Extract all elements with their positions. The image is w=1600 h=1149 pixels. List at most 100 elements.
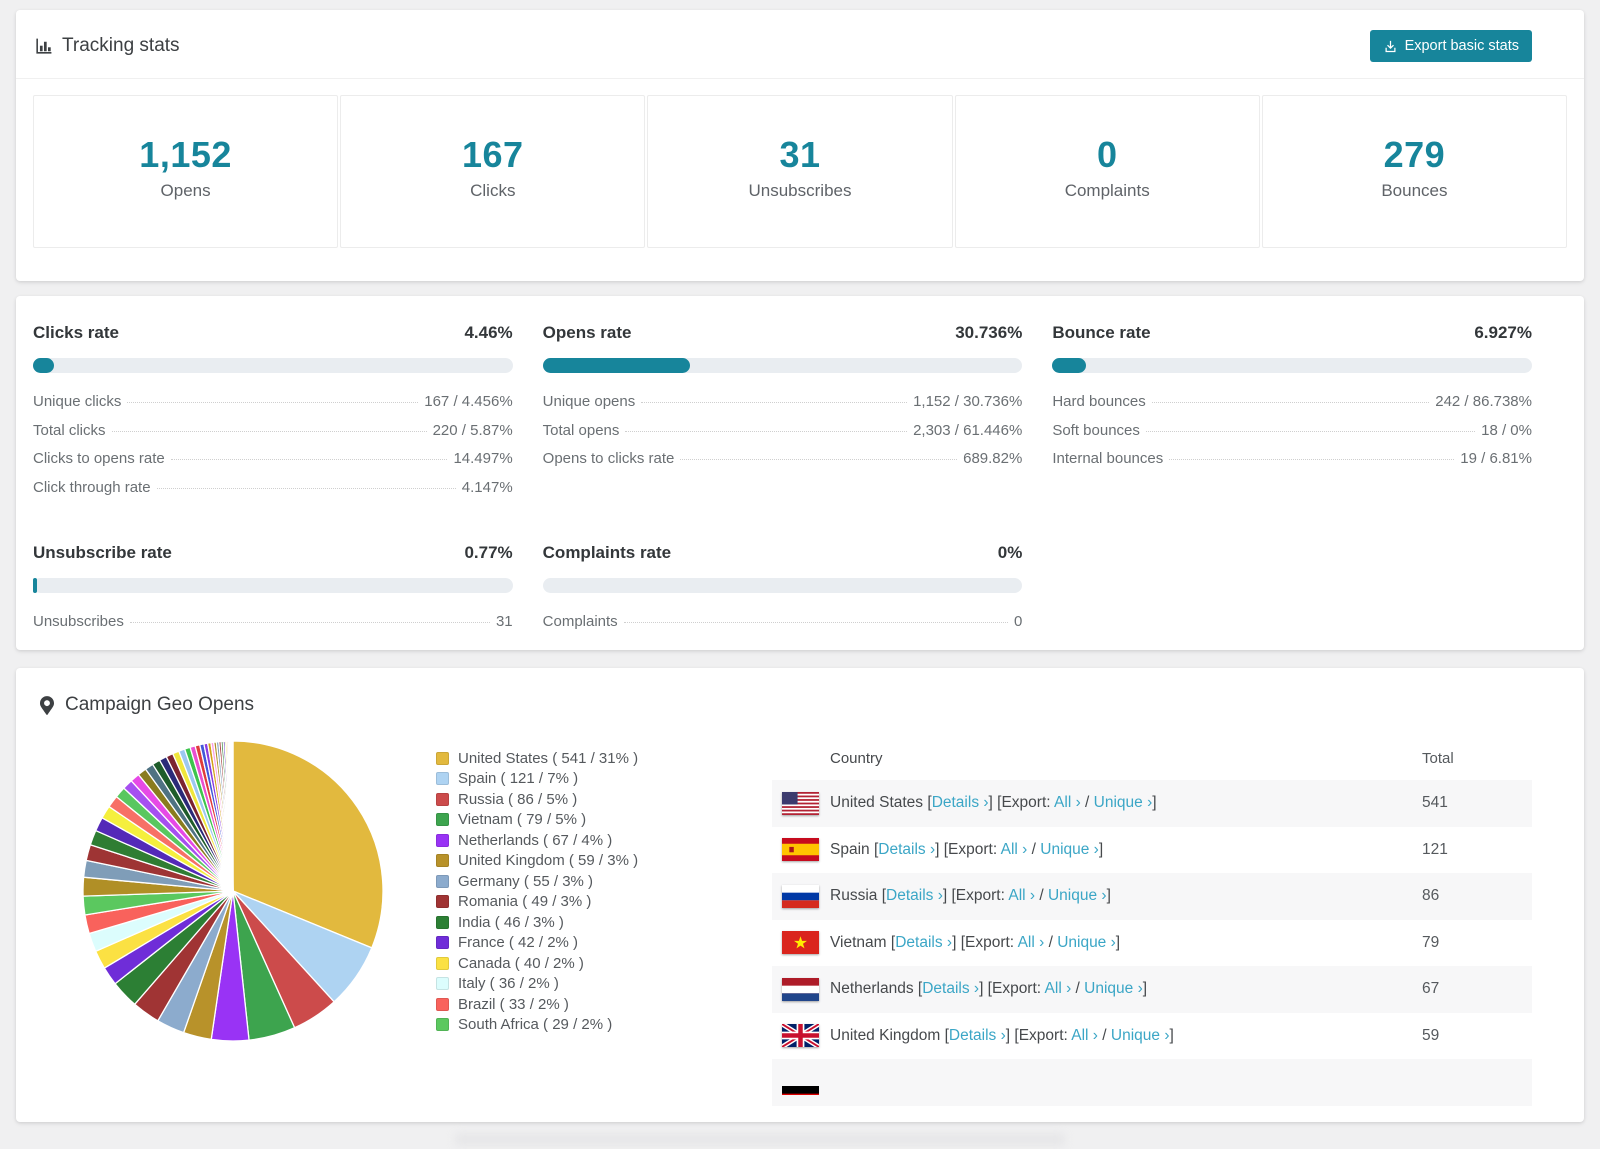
export-download-icon <box>1383 39 1398 54</box>
geo-content: United States ( 541 / 31% ) Spain ( 121 … <box>34 736 1532 1106</box>
metric-value: 242 / 86.738% <box>1435 393 1532 410</box>
details-link-united-states[interactable]: Details › <box>932 794 989 811</box>
rate-block-unsubscribe-rate: Unsubscribe rate 0.77% Unsubscribes 31 <box>33 543 513 642</box>
stat-card-bounces: 279 Bounces <box>1261 95 1568 248</box>
export-all-link-netherlands[interactable]: All › <box>1045 980 1072 997</box>
dotted-leader <box>1151 402 1430 403</box>
details-link-united-kingdom[interactable]: Details › <box>949 1027 1006 1044</box>
stat-value-opens: 1,152 <box>139 134 232 175</box>
country-name: United Kingdom <box>830 1026 941 1044</box>
metric-row-total-opens: Total opens 2,303 / 61.446% <box>543 422 1023 451</box>
metric-row-complaints: Complaints 0 <box>543 613 1023 642</box>
rate-value: 0.77% <box>464 543 513 562</box>
dotted-leader <box>641 402 908 403</box>
stat-label: Clicks <box>470 181 516 200</box>
export-unique-link-spain[interactable]: Unique › <box>1040 841 1099 858</box>
metric-value: 4.147% <box>461 478 513 496</box>
details-link-vietnam[interactable]: Details › <box>895 934 952 951</box>
tracking-stats-title: Tracking stats <box>34 35 180 57</box>
metric-value: 31 <box>495 613 513 630</box>
legend-label: Romania ( 49 / 3% ) <box>458 893 592 911</box>
export-all-link-united-states[interactable]: All › <box>1054 794 1081 811</box>
rate-block-complaints-rate: Complaints rate 0% Complaints 0 <box>542 543 1023 642</box>
metric-row-soft-bounces: Soft bounces 18 / 0% <box>1052 422 1532 451</box>
metric-label: Total clicks <box>33 421 106 439</box>
legend-item-italy: Italy ( 36 / 2% ) <box>436 974 746 995</box>
table-row-partial <box>772 1059 1532 1106</box>
metric-label: Hard bounces <box>1052 393 1146 410</box>
metric-value: 0 <box>1013 613 1023 630</box>
legend-label: Italy ( 36 / 2% ) <box>458 975 559 993</box>
tracking-stats-card: Tracking stats Export basic stats 1,152 … <box>16 10 1584 281</box>
metric-label: Click through rate <box>33 478 151 496</box>
legend-label: India ( 46 / 3% ) <box>458 913 564 931</box>
metric-value: 2,303 / 61.446% <box>913 421 1023 439</box>
tracking-stats-header: Tracking stats Export basic stats <box>16 10 1584 79</box>
rate-title: Complaints rate <box>542 543 672 562</box>
export-unique-link-vietnam[interactable]: Unique › <box>1057 934 1116 951</box>
legend-label: France ( 42 / 2% ) <box>458 934 579 952</box>
progress-track-opens-rate <box>542 358 1023 373</box>
table-row-netherlands: Netherlands [Details ›] [Export: All › /… <box>772 966 1532 1013</box>
export-all-link-spain[interactable]: All › <box>1001 841 1028 858</box>
metric-value: 167 / 4.456% <box>424 393 513 410</box>
rate-value: 0% <box>997 543 1023 562</box>
progress-fill <box>542 358 691 373</box>
export-all-link-russia[interactable]: All › <box>1008 887 1035 904</box>
export-all-link-united-kingdom[interactable]: All › <box>1071 1027 1098 1044</box>
metric-value: 689.82% <box>963 450 1023 467</box>
metric-label: Internal bounces <box>1052 450 1164 467</box>
metric-row-opens-to-clicks-rate: Opens to clicks rate 689.82% <box>543 450 1023 479</box>
legend-swatch <box>436 854 449 868</box>
dotted-leader <box>129 622 490 623</box>
metric-row-internal-bounces: Internal bounces 19 / 6.81% <box>1052 450 1532 479</box>
legend-swatch <box>436 936 449 950</box>
dotted-leader <box>156 487 456 489</box>
legend-swatch <box>436 751 449 765</box>
metric-value: 14.497% <box>453 450 513 467</box>
flag-gb <box>782 1024 819 1048</box>
progress-track-clicks-rate <box>33 358 513 373</box>
metric-row-clicks-to-opens-rate: Clicks to opens rate 14.497% <box>33 450 513 479</box>
page-title: Tracking stats <box>62 35 180 56</box>
table-header-row: Country Total <box>772 736 1532 780</box>
dotted-leader <box>127 402 419 403</box>
metric-label: Soft bounces <box>1052 421 1140 439</box>
legend-item-russia: Russia ( 86 / 5% ) <box>436 789 746 810</box>
country-name: Vietnam <box>830 933 887 951</box>
stat-label: Complaints <box>1064 181 1150 200</box>
export-unique-link-united-states[interactable]: Unique › <box>1094 794 1153 811</box>
export-unique-link-netherlands[interactable]: Unique › <box>1084 980 1143 997</box>
details-link-russia[interactable]: Details › <box>886 887 943 904</box>
total-value: 121 <box>1422 840 1448 858</box>
progress-track-complaints-rate <box>542 578 1023 593</box>
export-basic-stats-button[interactable]: Export basic stats <box>1369 30 1532 62</box>
country-name: Netherlands <box>830 980 914 998</box>
total-value: 59 <box>1422 1026 1440 1044</box>
progress-track-bounce-rate <box>1052 358 1532 373</box>
export-unique-link-russia[interactable]: Unique › <box>1048 887 1107 904</box>
stat-label: Opens <box>160 181 211 200</box>
pie-legend: United States ( 541 / 31% ) Spain ( 121 … <box>436 748 746 1035</box>
legend-item-vietnam: Vietnam ( 79 / 5% ) <box>436 810 746 831</box>
legend-swatch <box>436 997 449 1011</box>
flag-nl <box>782 977 819 1001</box>
details-link-netherlands[interactable]: Details › <box>922 980 979 997</box>
dotted-leader <box>170 459 448 460</box>
metric-label: Unsubscribes <box>33 613 124 630</box>
campaign-geo-opens-card: Campaign Geo Opens United States ( 541 /… <box>16 668 1584 1122</box>
details-link-spain[interactable]: Details › <box>878 841 935 858</box>
country-name: Spain <box>830 840 870 858</box>
legend-label: Spain ( 121 / 7% ) <box>458 770 579 788</box>
table-row-spain: Spain [Details ›] [Export: All › / Uniqu… <box>772 827 1532 874</box>
metric-row-click-through-rate: Click through rate 4.147% <box>33 479 513 508</box>
legend-item-netherlands: Netherlands ( 67 / 4% ) <box>436 830 746 851</box>
legend-label: Brazil ( 33 / 2% ) <box>458 995 569 1013</box>
export-all-link-vietnam[interactable]: All › <box>1018 934 1045 951</box>
metric-row-total-clicks: Total clicks 220 / 5.87% <box>33 422 513 451</box>
total-value: 79 <box>1422 933 1440 951</box>
export-unique-link-united-kingdom[interactable]: Unique › <box>1111 1027 1170 1044</box>
legend-item-india: India ( 46 / 3% ) <box>436 912 746 933</box>
total-value: 67 <box>1422 980 1440 998</box>
flag-ru <box>782 884 819 908</box>
